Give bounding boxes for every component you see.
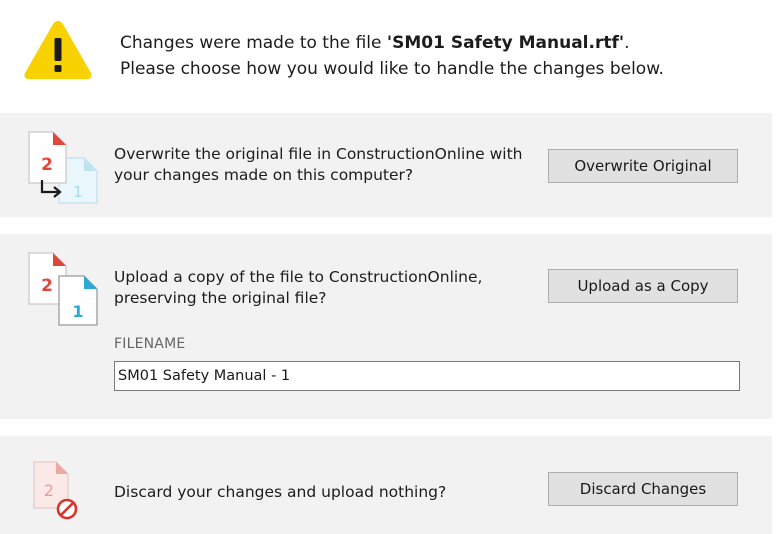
header-suffix: .: [624, 33, 630, 53]
overwrite-desc-line-1: Overwrite the original file in Construct…: [114, 145, 523, 163]
header-prefix: Changes were made to the file: [120, 33, 387, 53]
overwrite-file-icon: 1 2: [28, 131, 98, 204]
filename-label: FILENAME: [114, 336, 186, 352]
dialog-header: Changes were made to the file 'SM01 Safe…: [0, 0, 780, 112]
copy-file-icon: 2 1: [28, 252, 98, 326]
overwrite-description: Overwrite the original file in Construct…: [114, 144, 524, 186]
overwrite-original-button[interactable]: Overwrite Original: [548, 149, 738, 183]
header-line-2: Please choose how you would like to hand…: [120, 59, 664, 79]
copy-icon-num-new: 2: [41, 276, 53, 296]
overwrite-desc-line-2: your changes made on this computer?: [114, 166, 414, 184]
copy-icon-num-old: 1: [72, 302, 83, 321]
discard-icon-num: 2: [44, 481, 54, 500]
upload-copy-desc-line-2: preserving the original file?: [114, 289, 327, 307]
upload-copy-option-panel: 2 1 Upload a copy of the file to Constru…: [0, 234, 772, 419]
discard-desc-line-1: Discard your changes and upload nothing?: [114, 483, 447, 501]
discard-option-panel: 2 Discard your changes and upload nothin…: [0, 436, 772, 534]
header-line-1: Changes were made to the file 'SM01 Safe…: [120, 30, 664, 56]
overwrite-icon-num-old: 1: [73, 183, 83, 201]
discard-description: Discard your changes and upload nothing?: [114, 482, 524, 503]
overwrite-option-panel: 1 2 Overwrite the original file in Const…: [0, 113, 772, 217]
upload-copy-description: Upload a copy of the file to Constructio…: [114, 267, 524, 309]
discard-changes-button[interactable]: Discard Changes: [548, 472, 738, 506]
discard-file-icon: 2: [33, 461, 78, 520]
header-filename: 'SM01 Safety Manual.rtf': [386, 33, 625, 53]
warning-icon: [24, 21, 92, 79]
upload-as-copy-button[interactable]: Upload as a Copy: [548, 269, 738, 303]
filename-input[interactable]: [114, 361, 740, 391]
upload-copy-desc-line-1: Upload a copy of the file to Constructio…: [114, 268, 483, 286]
header-message: Changes were made to the file 'SM01 Safe…: [120, 30, 664, 82]
overwrite-icon-num-new: 2: [41, 155, 53, 175]
